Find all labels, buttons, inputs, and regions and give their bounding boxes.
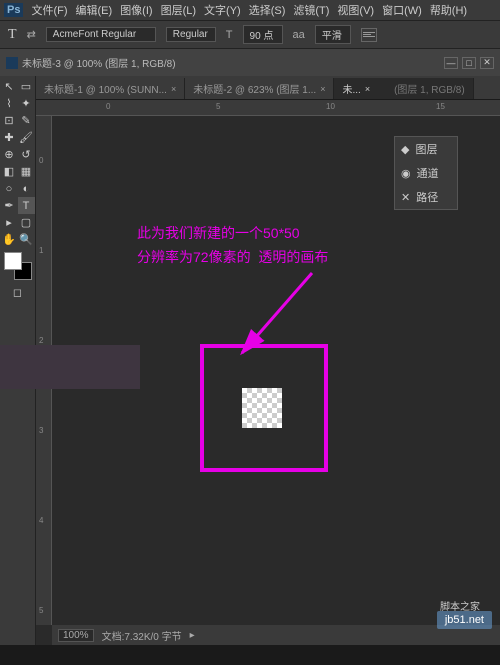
font-family-select[interactable]: AcmeFont Regular: [46, 27, 156, 42]
font-size-input[interactable]: 90 点: [243, 25, 283, 44]
gradient-tool[interactable]: ▦: [18, 163, 35, 180]
type-tool[interactable]: T: [18, 197, 35, 214]
doc-tab-1[interactable]: 未标题-1 @ 100% (SUNN...×: [36, 78, 185, 99]
doc-icon: [6, 57, 18, 69]
pen-tool[interactable]: ✒: [1, 197, 18, 214]
menu-window[interactable]: 窗口(W): [382, 2, 422, 18]
lasso-tool[interactable]: ⌇: [1, 95, 18, 112]
status-bar: 100% 文档:7.32K/0 字节 ▸: [52, 625, 500, 645]
status-flyout-icon[interactable]: ▸: [190, 630, 195, 641]
align-left-button[interactable]: [361, 28, 377, 42]
orientation-toggle-icon[interactable]: ⇄: [27, 28, 36, 41]
dodge-tool[interactable]: ◐: [18, 180, 35, 197]
menu-layer[interactable]: 图层(L): [161, 2, 196, 18]
font-size-icon: T: [226, 29, 233, 41]
annotation-text: 此为我们新建的一个50*50 分辨率为72像素的 透明的画布: [137, 221, 328, 269]
minimize-button[interactable]: —: [444, 57, 458, 69]
stamp-tool[interactable]: ⊕: [1, 146, 18, 163]
close-icon[interactable]: ×: [320, 84, 325, 94]
panel-path[interactable]: ✕路径: [395, 185, 457, 209]
ruler-horizontal[interactable]: 0 5 10 15: [36, 100, 500, 116]
overlay-block: [0, 345, 140, 389]
foreground-swatch[interactable]: [4, 252, 22, 270]
antialias-select[interactable]: 平滑: [315, 25, 351, 44]
history-brush-tool[interactable]: ↺: [18, 146, 35, 163]
menu-help[interactable]: 帮助(H): [430, 2, 467, 18]
close-icon[interactable]: ×: [365, 84, 370, 94]
wand-tool[interactable]: ✦: [18, 95, 35, 112]
heal-tool[interactable]: ✚: [1, 129, 18, 146]
blur-tool[interactable]: ○: [1, 180, 18, 197]
menu-file[interactable]: 文件(F): [31, 2, 67, 18]
shape-tool[interactable]: ▢: [18, 214, 35, 231]
channels-icon: ◉: [401, 167, 411, 180]
aa-label: aa: [293, 29, 305, 41]
eraser-tool[interactable]: ◧: [1, 163, 18, 180]
layers-icon: ◆: [401, 143, 409, 156]
marquee-tool[interactable]: ▭: [18, 78, 35, 95]
panel-channel[interactable]: ◉通道: [395, 161, 457, 185]
menu-view[interactable]: 视图(V): [337, 2, 374, 18]
ps-logo: Ps: [4, 3, 23, 17]
menu-filter[interactable]: 滤镜(T): [293, 2, 329, 18]
move-tool[interactable]: ↖: [1, 78, 18, 95]
type-tool-icon: T: [8, 27, 17, 43]
maximize-button[interactable]: □: [462, 57, 476, 69]
document-tabs: 未标题-1 @ 100% (SUNN...× 未标题-2 @ 623% (图层 …: [36, 76, 500, 100]
panels-popup: ◆图层 ◉通道 ✕路径: [394, 136, 458, 210]
doc-size: 文档:7.32K/0 字节: [102, 628, 182, 643]
zoom-level[interactable]: 100%: [58, 629, 94, 642]
crop-tool[interactable]: ⊡: [1, 112, 18, 129]
hand-tool[interactable]: ✋: [1, 231, 18, 248]
watermark-text-2: jb51.net: [437, 611, 492, 629]
brush-tool[interactable]: 🖌: [18, 129, 35, 146]
eyedropper-tool[interactable]: ✎: [18, 112, 35, 129]
close-icon[interactable]: ×: [171, 84, 176, 94]
main-doc-title: 未标题-3 @ 100% (图层 1, RGB/8): [22, 55, 176, 70]
zoom-tool[interactable]: 🔍: [18, 231, 35, 248]
font-style-select[interactable]: Regular: [166, 27, 216, 42]
menu-bar: Ps 文件(F) 编辑(E) 图像(I) 图层(L) 文字(Y) 选择(S) 滤…: [0, 0, 500, 20]
menu-edit[interactable]: 编辑(E): [76, 2, 113, 18]
menu-text[interactable]: 文字(Y): [204, 2, 241, 18]
window-tab-bar: 未标题-3 @ 100% (图层 1, RGB/8) — □ ✕: [0, 48, 500, 76]
close-button[interactable]: ✕: [480, 57, 494, 69]
panel-layer[interactable]: ◆图层: [395, 137, 457, 161]
color-swatches[interactable]: [4, 252, 32, 280]
doc-tab-2[interactable]: 未标题-2 @ 623% (图层 1...×: [185, 78, 334, 99]
menu-image[interactable]: 图像(I): [120, 2, 152, 18]
annotation-arrow: [232, 268, 322, 368]
options-bar: T ⇄ AcmeFont Regular Regular T 90 点 aa 平…: [0, 20, 500, 48]
doc-tab-3[interactable]: 未...×(图层 1, RGB/8): [334, 78, 473, 99]
menu-select[interactable]: 选择(S): [249, 2, 286, 18]
quickmask-toggle[interactable]: ◻: [9, 284, 26, 301]
path-select-tool[interactable]: ▸: [1, 214, 18, 231]
paths-icon: ✕: [401, 191, 410, 204]
